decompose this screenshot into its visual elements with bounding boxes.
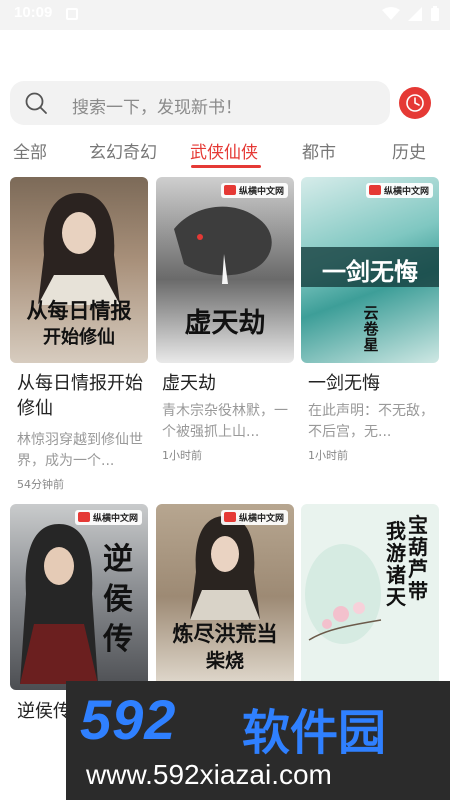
tab-fantasy[interactable]: 玄幻奇幻	[89, 138, 157, 163]
tab-wuxia[interactable]: 武侠仙侠	[190, 138, 258, 163]
cover-title: 虚天劫	[184, 308, 266, 339]
cover-title: 炼尽洪荒当	[172, 621, 278, 646]
cover-subtitle: 云卷星	[363, 304, 379, 354]
publisher-badge: 纵横中文网	[365, 183, 433, 198]
cover-title: 一剑无悔	[322, 257, 418, 286]
book-description: 在此声明：不无敌，不后宫，无...	[308, 403, 434, 440]
character-illustration	[38, 193, 120, 305]
flower-illustration	[308, 602, 382, 641]
search-placeholder: 搜索一下，发现新书！	[72, 98, 242, 118]
book-description: 青木宗杂役林默，一个被强抓上山...	[162, 403, 288, 440]
publisher-badge: 纵横中文网	[220, 510, 288, 525]
cover-title: 逆侯传	[103, 542, 133, 657]
publisher-badge: 纵横中文网	[220, 183, 288, 198]
book-title[interactable]: 一剑无悔	[308, 371, 436, 396]
book-cover[interactable]: 纵横中文网 虚天劫	[156, 177, 294, 363]
history-button[interactable]	[399, 87, 431, 119]
book-cover[interactable]: 宝葫芦带 我游诸天	[301, 504, 439, 690]
battery-icon	[431, 6, 439, 21]
status-icons	[382, 6, 440, 22]
cover-title: 开始修仙	[43, 327, 115, 348]
clock-icon	[406, 94, 424, 112]
character-illustration	[20, 524, 98, 684]
cover-title: 我游诸天	[386, 519, 406, 609]
publisher-badge: 纵横中文网	[74, 510, 142, 525]
cover-title: 柴烧	[205, 650, 244, 672]
book-update-time: 1小时前	[162, 449, 202, 462]
watermark-logo-number: 592	[80, 688, 177, 751]
book-update-time: 54分钟前	[17, 478, 64, 491]
tab-city[interactable]: 都市	[302, 138, 336, 163]
cover-title: 宝葫芦带	[408, 513, 428, 603]
book-title[interactable]: 从每日情报开始修仙	[17, 371, 145, 421]
book-cover[interactable]: 纵横中文网 一剑无悔 云卷星	[301, 177, 439, 363]
watermark-logo-text: 软件园	[242, 705, 387, 761]
tab-all[interactable]: 全部	[13, 138, 47, 163]
notification-icon	[66, 8, 78, 20]
active-tab-indicator	[191, 165, 261, 168]
dragon-illustration	[174, 206, 272, 284]
cover-title: 从每日情报	[26, 298, 132, 323]
book-cover[interactable]: 纵横中文网 逆侯传	[10, 504, 148, 690]
category-tabs: 全部 玄幻奇幻 武侠仙侠 都市 历史	[0, 134, 450, 170]
watermark-banner: 592 软件园 www.592xiazai.com	[66, 681, 450, 800]
signal-icon	[408, 7, 422, 21]
wifi-icon	[382, 7, 400, 20]
search-icon	[25, 92, 47, 114]
tab-history[interactable]: 历史	[392, 138, 426, 163]
watermark-url: www.592xiazai.com	[86, 759, 332, 790]
book-description: 林惊羽穿越到修仙世界，成为一个...	[17, 432, 143, 469]
search-bar[interactable]: 搜索一下，发现新书！	[10, 81, 390, 125]
status-time: 10:09	[14, 4, 53, 21]
book-update-time: 1小时前	[308, 449, 348, 462]
book-cover[interactable]: 从每日情报 开始修仙	[10, 177, 148, 363]
book-title[interactable]: 虚天劫	[162, 371, 290, 396]
character-illustration	[190, 516, 260, 620]
book-cover[interactable]: 纵横中文网 炼尽洪荒当 柴烧	[156, 504, 294, 690]
status-bar: 10:09	[0, 0, 450, 30]
